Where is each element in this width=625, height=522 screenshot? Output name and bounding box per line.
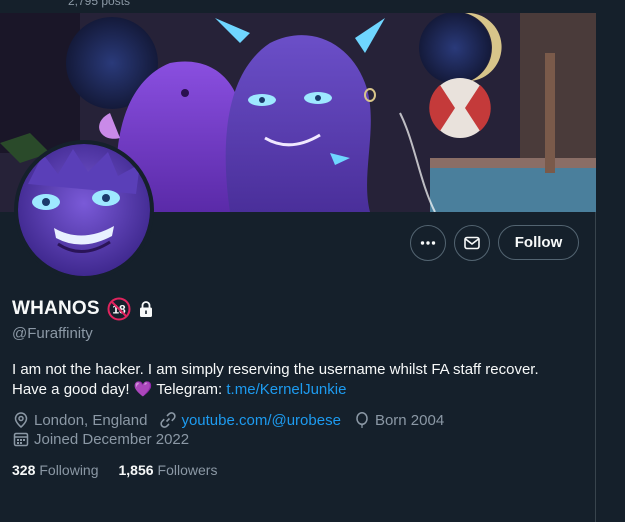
- following-link[interactable]: 328 Following: [12, 462, 99, 478]
- following-count: 328: [12, 462, 36, 478]
- link-icon: [160, 412, 177, 428]
- more-button[interactable]: [410, 225, 446, 261]
- location-pin-icon: [14, 412, 28, 428]
- website-link[interactable]: youtube.com/@urobese: [181, 412, 341, 429]
- following-label: Following: [39, 462, 99, 478]
- profile-avatar[interactable]: [14, 140, 154, 280]
- followers-count: 1,856: [118, 462, 154, 478]
- website-item[interactable]: youtube.com/@urobese: [159, 411, 341, 429]
- follow-stats: 328 Following 1,856 Followers: [12, 462, 217, 478]
- calendar-icon: [13, 432, 29, 447]
- message-button[interactable]: [454, 225, 490, 261]
- mail-icon: [464, 236, 480, 250]
- followers-label: Followers: [157, 462, 218, 478]
- lock-icon: [139, 301, 152, 317]
- follow-button[interactable]: Follow: [498, 225, 579, 260]
- born-item: Born 2004: [353, 411, 444, 429]
- age-18-icon: 18: [107, 297, 131, 321]
- telegram-link[interactable]: t.me/KernelJunkie: [226, 381, 346, 398]
- name-row: WHANOS 18: [12, 296, 154, 322]
- bio-telegram-label: Telegram:: [152, 381, 227, 398]
- profile-bio: I am not the hacker. I am simply reservi…: [12, 360, 572, 400]
- posts-count: 2,795 posts: [68, 0, 131, 8]
- purple-heart-emoji: 💜: [133, 381, 153, 398]
- joined-text: Joined December 2022: [34, 430, 190, 448]
- display-name: WHANOS: [12, 298, 100, 319]
- avatar-image: [18, 144, 150, 276]
- profile-meta-row-2: Joined December 2022: [12, 430, 201, 448]
- followers-link[interactable]: 1,856 Followers: [119, 462, 218, 478]
- joined-item: Joined December 2022: [12, 430, 189, 448]
- location-item: London, England: [12, 411, 147, 429]
- born-text: Born 2004: [374, 411, 445, 429]
- profile-column: 2,795 posts Follow WHANOS @Furaffinity I…: [0, 0, 596, 522]
- location-text: London, England: [34, 411, 148, 429]
- top-bar: 2,795 posts: [0, 0, 596, 13]
- more-dots-icon: [420, 241, 436, 245]
- balloon-icon: [356, 411, 368, 428]
- profile-handle: @Furaffinity: [12, 325, 93, 342]
- profile-meta-row-1: London, England youtube.com/@urobese Bor…: [12, 411, 456, 429]
